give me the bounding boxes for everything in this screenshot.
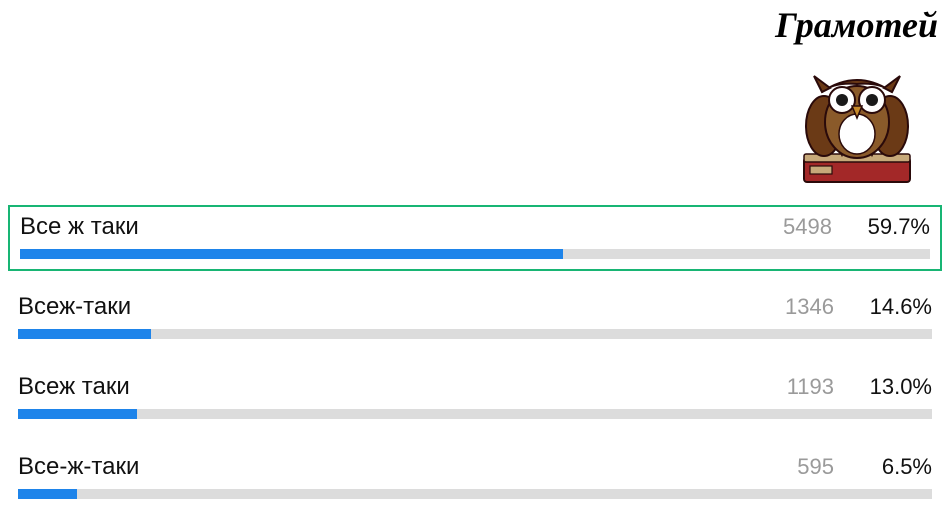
option-label: Всеж-таки (18, 293, 782, 321)
progress-bar (18, 409, 932, 419)
poll-option[interactable]: Все-ж-таки 595 6.5% (8, 447, 942, 507)
option-label: Всеж таки (18, 373, 782, 401)
poll-option[interactable]: Всеж таки 1193 13.0% (8, 367, 942, 427)
progress-bar (18, 329, 932, 339)
option-percent: 59.7% (850, 214, 930, 240)
progress-bar (18, 489, 932, 499)
progress-fill (18, 329, 151, 339)
option-percent: 6.5% (852, 454, 932, 480)
poll-results: Все ж таки 5498 59.7% Всеж-таки 1346 14.… (8, 205, 942, 527)
option-label: Все-ж-таки (18, 453, 782, 481)
app-logo: Грамотей (775, 4, 938, 188)
option-count: 1346 (782, 294, 852, 320)
option-percent: 14.6% (852, 294, 932, 320)
progress-fill (18, 409, 137, 419)
option-count: 595 (782, 454, 852, 480)
option-count: 5498 (780, 214, 850, 240)
progress-fill (20, 249, 563, 259)
poll-option[interactable]: Все ж таки 5498 59.7% (8, 205, 942, 271)
poll-option[interactable]: Всеж-таки 1346 14.6% (8, 287, 942, 347)
option-count: 1193 (782, 374, 852, 400)
logo-title: Грамотей (775, 4, 938, 46)
progress-fill (18, 489, 77, 499)
option-percent: 13.0% (852, 374, 932, 400)
option-label: Все ж таки (20, 213, 780, 241)
owl-on-book-icon (792, 48, 922, 188)
progress-bar (20, 249, 930, 259)
